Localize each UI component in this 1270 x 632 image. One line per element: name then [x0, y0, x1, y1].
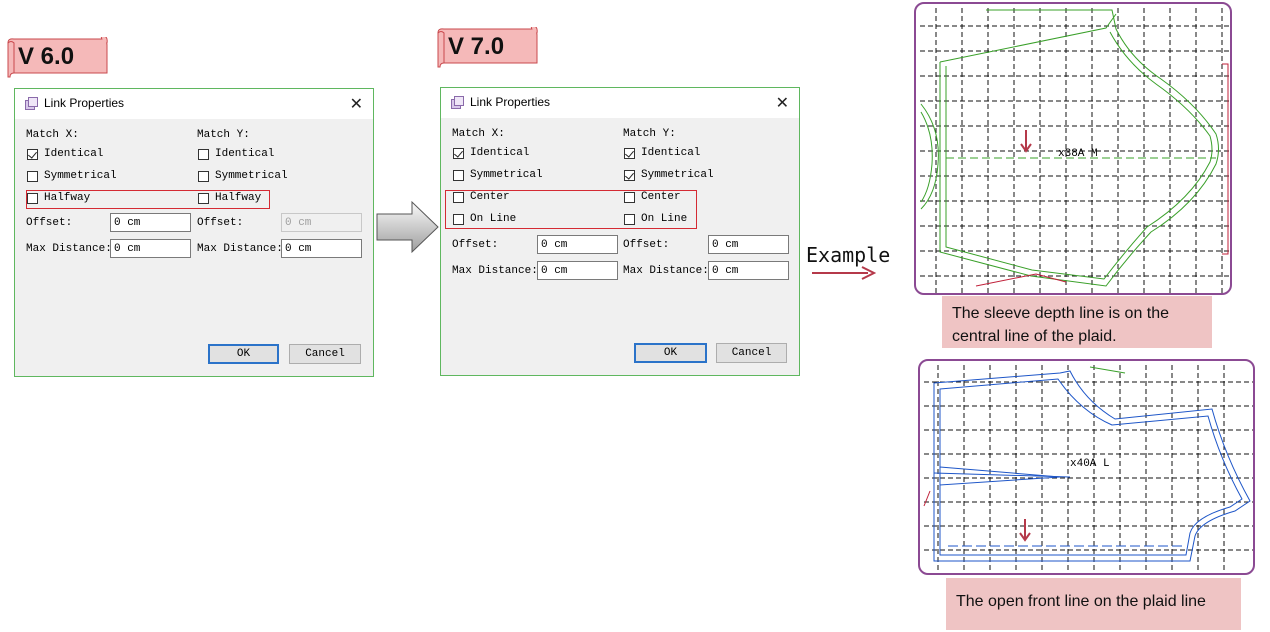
offset-y-input[interactable]: 0 cm — [281, 213, 362, 232]
example-label: Example — [806, 243, 891, 267]
app-icon — [25, 97, 38, 110]
max-distance-x-input[interactable]: 0 cm — [537, 261, 618, 280]
right-arrow-icon — [376, 200, 439, 254]
version-label: V 7.0 — [448, 33, 505, 60]
caption-open-front: The open front line on the plaid line — [946, 578, 1241, 630]
match-y-symmetrical-checkbox[interactable] — [624, 170, 635, 181]
max-distance-y-input[interactable]: 0 cm — [281, 239, 362, 258]
max-distance-x-label: Max Distance: — [452, 265, 538, 277]
max-distance-y-label: Max Distance: — [623, 265, 709, 277]
match-x-identical-label: Identical — [470, 147, 530, 159]
caption-sleeve-depth: The sleeve depth line is on the central … — [942, 296, 1212, 348]
offset-x-input[interactable]: 0 cm — [110, 213, 191, 232]
match-x-identical-checkbox[interactable] — [453, 148, 464, 159]
link-properties-dialog-v6: Link Properties ✕ Match X: Match Y: Iden… — [14, 88, 374, 377]
match-x-symmetrical-label: Symmetrical — [470, 169, 543, 181]
offset-x-input[interactable]: 0 cm — [537, 235, 618, 254]
match-x-identical-checkbox[interactable] — [27, 149, 38, 160]
max-distance-y-label: Max Distance: — [197, 243, 283, 255]
center-online-highlight-box — [445, 190, 697, 229]
match-y-identical-label: Identical — [215, 148, 275, 160]
match-y-identical-checkbox[interactable] — [624, 148, 635, 159]
halfway-highlight-box — [26, 190, 270, 209]
match-x-symmetrical-checkbox[interactable] — [453, 170, 464, 181]
max-distance-x-label: Max Distance: — [26, 243, 112, 255]
version-banner-v7: V 7.0 — [434, 27, 538, 68]
max-distance-x-input[interactable]: 0 cm — [110, 239, 191, 258]
match-x-identical-label: Identical — [44, 148, 104, 160]
close-icon[interactable]: ✕ — [350, 94, 363, 114]
dialog-titlebar: Link Properties ✕ — [441, 88, 799, 118]
match-y-label: Match Y: — [623, 128, 676, 140]
offset-y-label: Offset: — [623, 239, 670, 251]
link-properties-dialog-v7: Link Properties ✕ Match X: Match Y: Iden… — [440, 87, 800, 376]
match-x-symmetrical-checkbox[interactable] — [27, 171, 38, 182]
piece-label: x38A M — [1058, 148, 1098, 160]
max-distance-y-input[interactable]: 0 cm — [708, 261, 789, 280]
version-banner-v6: V 6.0 — [4, 37, 108, 78]
version-label: V 6.0 — [18, 43, 75, 70]
cancel-button[interactable]: Cancel — [289, 344, 361, 364]
ok-button[interactable]: OK — [208, 344, 279, 364]
ok-button[interactable]: OK — [634, 343, 707, 363]
match-y-symmetrical-checkbox[interactable] — [198, 171, 209, 182]
match-y-symmetrical-label: Symmetrical — [215, 170, 288, 182]
dialog-title: Link Properties — [470, 95, 551, 109]
front-pattern-panel: x40A L — [918, 359, 1255, 575]
offset-x-label: Offset: — [452, 239, 499, 251]
offset-y-label: Offset: — [197, 217, 244, 229]
offset-y-input[interactable]: 0 cm — [708, 235, 789, 254]
piece-label: x40A L — [1070, 458, 1110, 470]
dialog-title: Link Properties — [44, 96, 125, 110]
dialog-titlebar: Link Properties ✕ — [15, 89, 373, 119]
match-x-symmetrical-label: Symmetrical — [44, 170, 117, 182]
cancel-button[interactable]: Cancel — [716, 343, 787, 363]
match-y-identical-checkbox[interactable] — [198, 149, 209, 160]
match-x-label: Match X: — [26, 129, 79, 141]
match-y-label: Match Y: — [197, 129, 250, 141]
match-x-label: Match X: — [452, 128, 505, 140]
offset-x-label: Offset: — [26, 217, 73, 229]
close-icon[interactable]: ✕ — [776, 93, 789, 113]
app-icon — [451, 96, 464, 109]
small-right-arrow-icon — [812, 266, 876, 280]
match-y-identical-label: Identical — [641, 147, 701, 159]
match-y-symmetrical-label: Symmetrical — [641, 169, 714, 181]
sleeve-pattern-panel: x38A M — [914, 2, 1232, 295]
